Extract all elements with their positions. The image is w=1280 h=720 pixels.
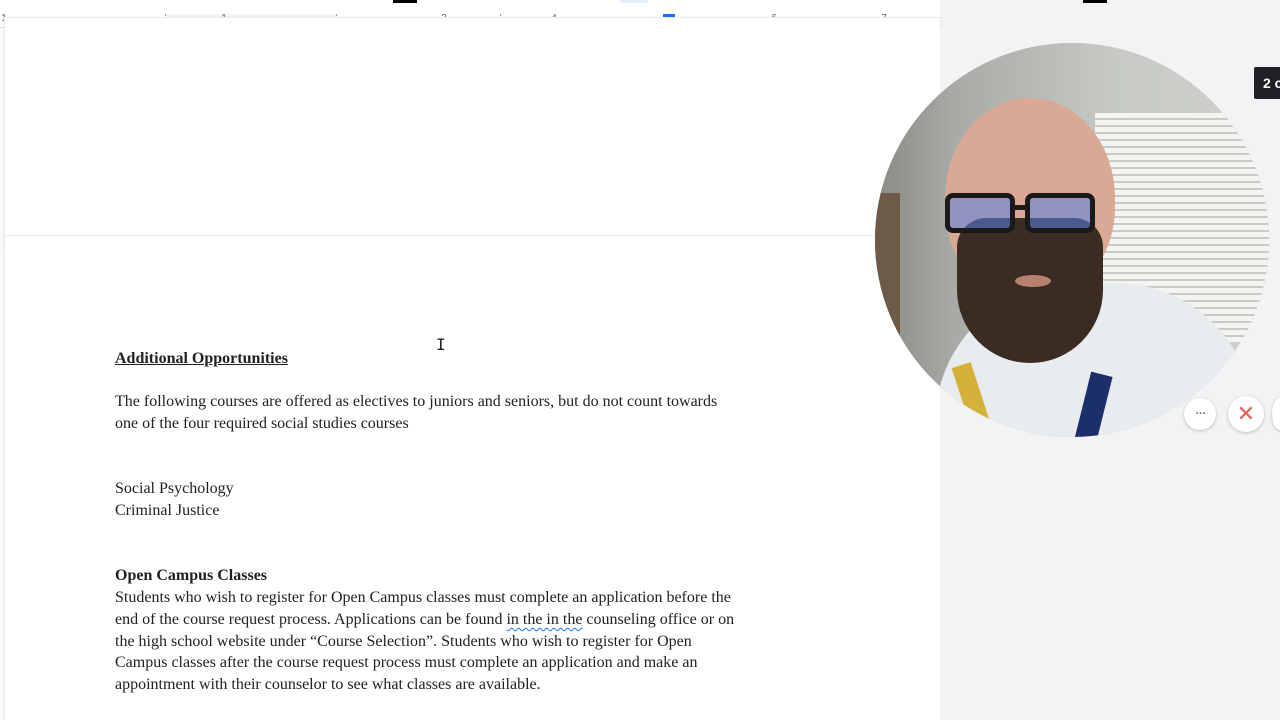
course-item[interactable]: Criminal Justice — [115, 500, 219, 522]
notification-badge[interactable]: 2 c — [1254, 67, 1280, 99]
paragraph-intro-line[interactable]: one of the four required social studies … — [115, 413, 409, 435]
spelling-suggestion[interactable]: in the in the — [506, 611, 582, 628]
first-line-indent-marker[interactable] — [663, 14, 675, 17]
glasses-bridge — [1013, 205, 1027, 210]
more-options-icon[interactable]: ··· — [1184, 398, 1216, 430]
toolbar-fragment — [1083, 0, 1107, 3]
heading-additional-opportunities[interactable]: Additional Opportunities — [115, 348, 288, 370]
presenter-beard — [957, 218, 1103, 363]
close-icon[interactable]: ✕ — [1228, 396, 1264, 432]
page-previous — [5, 18, 940, 254]
paragraph-open-line[interactable]: appointment with their counselor to see … — [115, 674, 541, 696]
text-run: counseling office or on — [582, 611, 735, 628]
door-frame — [875, 193, 900, 393]
heading-open-campus[interactable]: Open Campus Classes — [115, 565, 267, 587]
text-run: end of the course request process. Appli… — [115, 611, 507, 628]
webcam-overlay[interactable] — [875, 43, 1269, 437]
paragraph-open-line[interactable]: the high school website under “Course Se… — [115, 631, 692, 653]
presenter-mouth — [1015, 275, 1051, 287]
toolbar-fragment — [620, 0, 648, 3]
toolbar-strip — [940, 0, 1280, 28]
paragraph-open-line[interactable]: end of the course request process. Appli… — [115, 609, 734, 631]
paragraph-open-line[interactable]: Campus classes after the course request … — [115, 652, 697, 674]
glasses-lens — [1025, 193, 1095, 233]
glasses-lens — [945, 193, 1015, 233]
paragraph-intro-line[interactable]: The following courses are offered as ele… — [115, 391, 717, 413]
paragraph-open-line[interactable]: Students who wish to register for Open C… — [115, 587, 731, 609]
text-cursor-icon: I — [436, 335, 446, 354]
course-item[interactable]: Social Psychology — [115, 478, 234, 500]
toolbar-fragment — [393, 0, 417, 3]
